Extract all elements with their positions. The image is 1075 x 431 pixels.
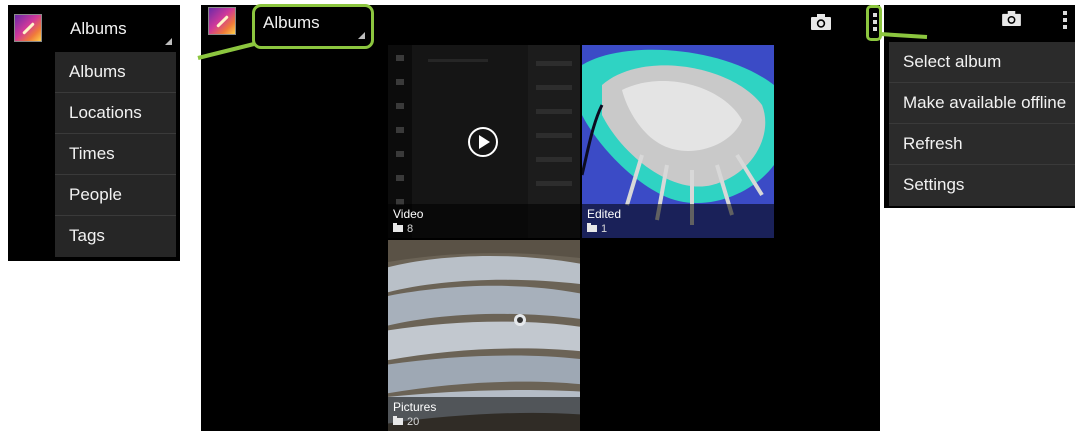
spinner-triangle-icon	[165, 38, 172, 45]
overflow-callout-line	[880, 32, 928, 39]
folder-icon	[587, 223, 597, 232]
folder-icon	[393, 223, 403, 232]
album-name: Video	[393, 207, 424, 221]
spinner-highlight	[252, 4, 374, 49]
folder-icon	[393, 416, 403, 425]
spinner-callout-line	[197, 42, 255, 60]
album-name: Edited	[587, 207, 622, 221]
tile-caption: Pictures 20	[388, 397, 580, 431]
tile-caption: Video 8	[388, 204, 580, 238]
menu-item-times[interactable]: Times	[55, 134, 176, 175]
overflow-menu: Select album Make available offline Refr…	[889, 42, 1075, 206]
spinner-dropdown-panel: Albums Albums Locations Times People Tag…	[8, 5, 180, 261]
view-mode-menu: Albums Locations Times People Tags	[55, 52, 176, 257]
menu-item-refresh[interactable]: Refresh	[889, 124, 1075, 165]
album-tile-edited[interactable]: Edited 1	[582, 45, 774, 238]
menu-item-locations[interactable]: Locations	[55, 93, 176, 134]
gallery-app-icon[interactable]	[208, 7, 236, 35]
album-count: 20	[407, 416, 420, 428]
gallery-app-icon[interactable]	[14, 14, 42, 42]
menu-item-select-album[interactable]: Select album	[889, 42, 1075, 83]
play-icon	[468, 127, 498, 157]
menu-item-albums[interactable]: Albums	[55, 52, 176, 93]
album-count: 8	[407, 223, 414, 235]
album-spinner-label[interactable]: Albums	[70, 19, 127, 39]
menu-item-people[interactable]: People	[55, 175, 176, 216]
camera-icon[interactable]	[1002, 11, 1021, 26]
menu-item-settings[interactable]: Settings	[889, 165, 1075, 206]
album-name: Pictures	[393, 400, 437, 414]
albums-screen: Albums Video 8 Edited 1 Pictures 20	[201, 5, 880, 431]
menu-item-tags[interactable]: Tags	[55, 216, 176, 257]
overflow-menu-icon[interactable]	[1062, 11, 1068, 32]
menu-item-make-available-offline[interactable]: Make available offline	[889, 83, 1075, 124]
album-tile-pictures[interactable]: Pictures 20	[388, 240, 580, 431]
tile-caption: Edited 1	[582, 204, 774, 238]
album-count: 1	[601, 223, 608, 235]
album-tile-video[interactable]: Video 8	[388, 45, 580, 238]
camera-icon[interactable]	[811, 14, 831, 30]
